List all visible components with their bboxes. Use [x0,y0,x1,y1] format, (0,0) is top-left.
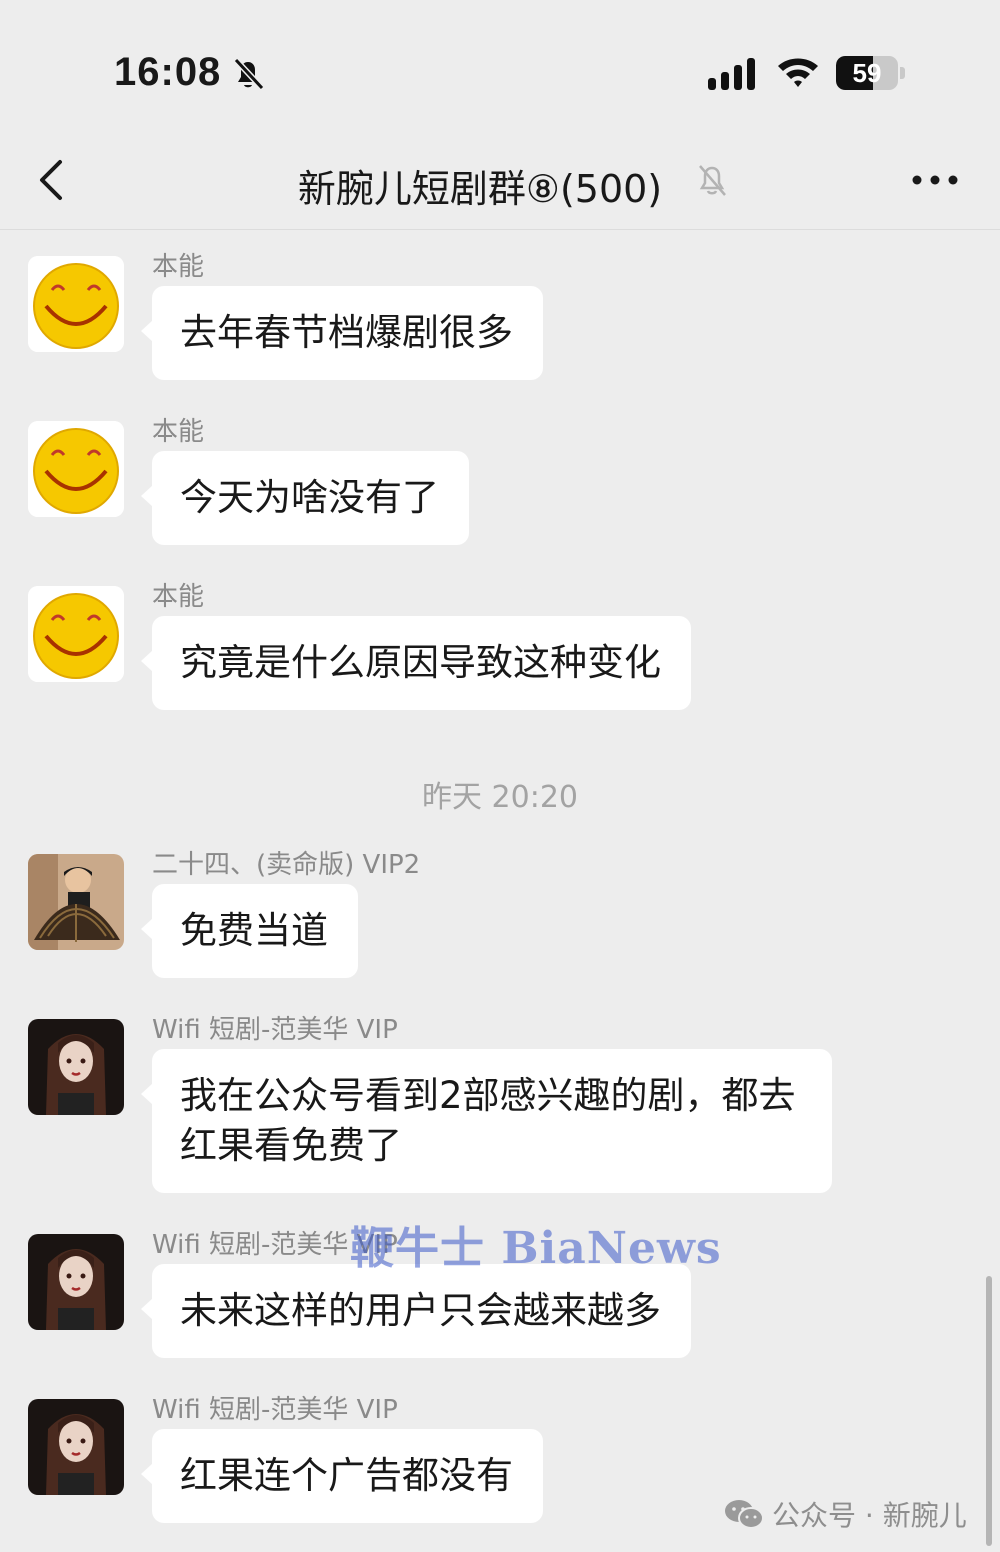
battery-icon: 59 [836,56,898,90]
wifi-icon [778,58,818,87]
woman-portrait-avatar[interactable] [28,1399,124,1495]
message-bubble[interactable]: 免费当道 [141,884,358,978]
time-separator: 昨天 20:20 [422,780,578,815]
sender-name: 二十四、(卖命版) VIP2 [152,850,421,880]
man-with-fan-avatar[interactable] [28,854,124,950]
smiley-avatar[interactable] [28,586,124,682]
smiley-avatar[interactable] [28,421,124,517]
watermark: 鞭牛士 BiaNews [350,1223,722,1274]
group-chat-title: 新腕儿短剧群⑧(500) [297,167,663,211]
sender-name: 本能 [152,582,205,612]
mute-bell-icon [699,165,726,196]
bell-slash-icon [233,57,265,91]
battery-cap [900,67,905,79]
status-time: 16:08 [114,50,222,94]
smiley-avatar[interactable] [28,256,124,352]
sender-name: 本能 [152,252,205,282]
message-bubble[interactable]: 究竟是什么原因导致这种变化 [141,616,691,710]
woman-portrait-avatar[interactable] [28,1234,124,1330]
footer-text: 公众号 · 新腕儿 [772,1499,967,1532]
message-bubble[interactable]: 去年春节档爆剧很多 [141,286,543,380]
cellular-signal-icon [708,58,755,90]
chat-header: 新腕儿短剧群⑧(500) [0,130,1000,230]
message-bubble[interactable]: 红果连个广告都没有 [141,1429,543,1523]
more-dots-icon[interactable] [910,170,960,190]
sender-name: Wifi 短剧-范美华 VIP [152,1015,398,1045]
woman-portrait-avatar[interactable] [28,1019,124,1115]
status-bar: 16:08 59 [0,0,1000,130]
message-bubble[interactable]: 我在公众号看到2部感兴趣的剧，都去红果看免费了 [141,1049,832,1193]
source-footer: 公众号 · 新腕儿 [724,1494,967,1534]
sender-name: Wifi 短剧-范美华 VIP [152,1395,398,1425]
sender-name: 本能 [152,417,205,447]
scrollbar[interactable] [986,1276,992,1546]
message-bubble[interactable]: 今天为啥没有了 [141,451,469,545]
wechat-icon [725,1500,764,1529]
battery-percent: 59 [852,58,882,88]
message-bubble[interactable]: 未来这样的用户只会越来越多 [141,1264,691,1358]
